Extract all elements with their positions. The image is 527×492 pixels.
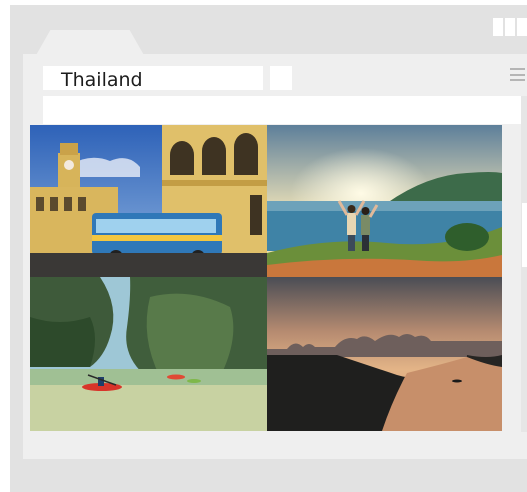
page-header-area <box>43 96 521 124</box>
window-controls <box>493 18 527 36</box>
scrollbar-thumb[interactable] <box>522 203 527 267</box>
photo-river-sunset[interactable] <box>267 277 502 431</box>
photo-grid <box>30 125 502 431</box>
window-control-square[interactable] <box>505 18 515 36</box>
browser-window: Thailand <box>10 5 527 492</box>
kayak-lagoon-photo-icon <box>30 277 267 431</box>
address-bar-button[interactable] <box>270 66 292 90</box>
couple-viewpoint-photo-icon <box>267 125 502 277</box>
window-footer <box>10 459 527 492</box>
browser-tab[interactable] <box>35 30 145 57</box>
window-control-square[interactable] <box>493 18 503 36</box>
content-panel: Thailand <box>23 54 527 462</box>
vertical-scrollbar[interactable] <box>521 96 527 432</box>
address-bar[interactable]: Thailand <box>43 66 263 90</box>
photo-kayak-lagoon[interactable] <box>30 277 267 431</box>
photo-viewpoint[interactable] <box>267 125 502 277</box>
hamburger-menu-icon[interactable] <box>510 68 525 81</box>
phuket-old-town-photo-icon <box>30 125 267 277</box>
river-sunset-photo-icon <box>267 277 502 431</box>
photo-old-town-bus[interactable] <box>30 125 267 277</box>
window-control-square[interactable] <box>517 18 527 36</box>
